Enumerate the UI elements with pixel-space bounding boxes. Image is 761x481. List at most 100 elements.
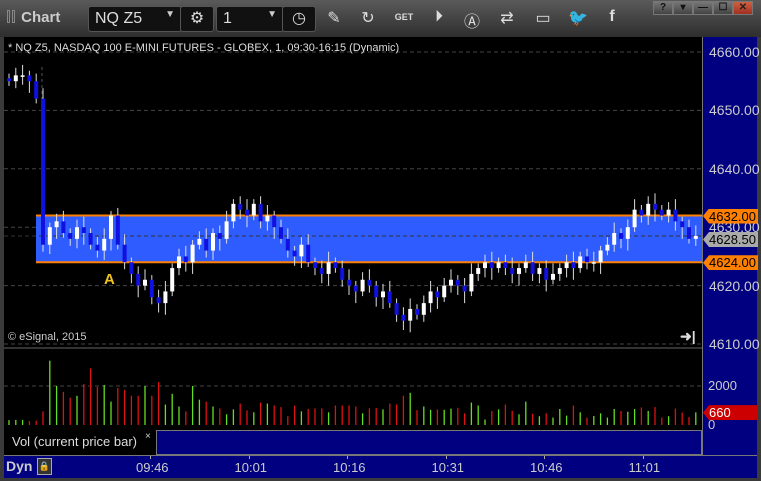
time-tick-label: 09:46 <box>136 460 169 475</box>
candle-body <box>367 279 372 286</box>
candle-body <box>183 256 188 263</box>
time-tick-label: 10:16 <box>333 460 366 475</box>
price-tick-label: 4610.00 <box>709 336 760 352</box>
price-plot[interactable]: A <box>4 37 702 455</box>
candle-body <box>462 285 467 292</box>
symbol-input[interactable]: NQ Z5 ▼ <box>88 6 182 32</box>
price-tick-label: 4620.00 <box>709 277 760 294</box>
dynamic-label[interactable]: Dyn <box>6 458 32 474</box>
candle-body <box>496 262 501 269</box>
candle-body <box>68 233 73 239</box>
time-tick <box>642 456 644 459</box>
candle-body <box>75 227 79 239</box>
clock-icon[interactable]: ◷ <box>282 6 316 32</box>
candle-body <box>469 273 474 292</box>
candle-body <box>442 285 447 298</box>
candle-body <box>401 314 406 321</box>
candle-body <box>272 215 277 228</box>
band-label: A <box>104 271 115 288</box>
candle-body <box>537 268 542 274</box>
candle-body <box>34 81 39 99</box>
link-window-button[interactable]: ▾ <box>673 1 693 15</box>
volume-close-button[interactable]: × <box>145 431 151 442</box>
play-icon[interactable]: ⏵ <box>428 8 450 26</box>
candle-body <box>632 209 637 228</box>
band-upper-tag: 4632.00 <box>703 208 758 224</box>
candle-body <box>517 268 521 274</box>
price-axis[interactable]: 4660.00 4650.00 4640.00 4630.00 4620.00 4610.… <box>702 37 760 455</box>
candle-body <box>279 227 283 239</box>
time-tick <box>248 456 250 459</box>
maximize-button[interactable]: ☐ <box>713 1 733 15</box>
lock-icon[interactable]: 🔒 <box>37 458 52 475</box>
candle-body <box>136 273 141 286</box>
candle-body <box>190 244 195 263</box>
candle-body <box>571 262 576 269</box>
facebook-icon[interactable]: f <box>601 8 623 26</box>
candle-body <box>625 227 630 239</box>
candle-body <box>109 215 113 239</box>
help-button[interactable]: ? <box>653 1 673 15</box>
candle-body <box>435 291 440 298</box>
interval-input[interactable]: 1 ▼ <box>216 6 284 32</box>
candle-body <box>238 203 243 210</box>
candle-body <box>47 227 52 245</box>
candle-body <box>666 209 671 216</box>
candle-body <box>680 221 685 228</box>
candle-body <box>340 268 345 280</box>
chart-area[interactable]: A * NQ Z5, NASDAQ 100 E-MINI FUTURES - G… <box>4 37 760 478</box>
refresh-icon[interactable]: ↻ <box>357 8 379 28</box>
get-icon[interactable]: GET <box>393 12 415 22</box>
volume-label: Vol (current price bar) <box>4 428 156 455</box>
candle-body <box>122 244 127 263</box>
time-tick <box>544 456 545 459</box>
last-price-tag: 4628.50 <box>703 231 758 247</box>
time-tick <box>347 456 348 459</box>
scroll-to-end-icon[interactable]: ➜| <box>680 328 696 345</box>
candle-body <box>61 221 66 234</box>
candle-body <box>258 203 263 222</box>
candle-body <box>319 268 324 274</box>
time-tick <box>150 456 151 459</box>
candle-body <box>591 262 596 264</box>
candle-body <box>347 279 351 286</box>
time-axis[interactable]: 09:46 10:01 10:16 10:31 10:46 11:01 <box>4 455 757 478</box>
candle-body <box>483 262 487 269</box>
time-tick-label: 11:01 <box>628 460 661 475</box>
price-tick-label: 4650.00 <box>709 102 760 119</box>
candle-body <box>54 221 59 228</box>
price-tick-label: 4640.00 <box>709 160 760 177</box>
candle-body <box>476 268 481 274</box>
candle-body <box>449 279 453 286</box>
volume-tick-label: 2000 <box>708 378 737 393</box>
candle-body <box>313 262 317 269</box>
candle-body <box>333 262 338 269</box>
settings-icon[interactable]: ⚙ <box>180 6 214 32</box>
candle-body <box>163 291 168 304</box>
close-button[interactable]: ✕ <box>733 1 753 15</box>
a-alert-icon[interactable]: Ⓐ <box>461 8 483 32</box>
candle-body <box>204 238 209 251</box>
candle-body <box>306 244 311 263</box>
candle-body <box>143 279 147 286</box>
candle-body <box>88 233 93 245</box>
candle-body <box>551 273 555 280</box>
candle-body <box>95 244 100 251</box>
candle-body <box>353 285 358 292</box>
link-icon[interactable]: ⇄ <box>496 8 518 28</box>
chat-icon[interactable]: ▭ <box>532 8 554 28</box>
pencil-icon[interactable]: ✎ <box>323 8 345 28</box>
candle-body <box>557 268 562 274</box>
candle-body <box>177 256 181 269</box>
candle-body <box>394 303 399 315</box>
candle-body <box>646 203 651 216</box>
twitter-icon[interactable]: 🐦 <box>567 8 589 28</box>
candle-body <box>245 209 249 216</box>
candle-body <box>149 279 154 298</box>
candle-body <box>41 98 45 245</box>
candle-body <box>408 308 413 321</box>
candle-body <box>7 78 11 82</box>
candle-body <box>102 238 107 251</box>
minimize-button[interactable]: — <box>693 1 713 15</box>
candle-body <box>285 238 290 251</box>
